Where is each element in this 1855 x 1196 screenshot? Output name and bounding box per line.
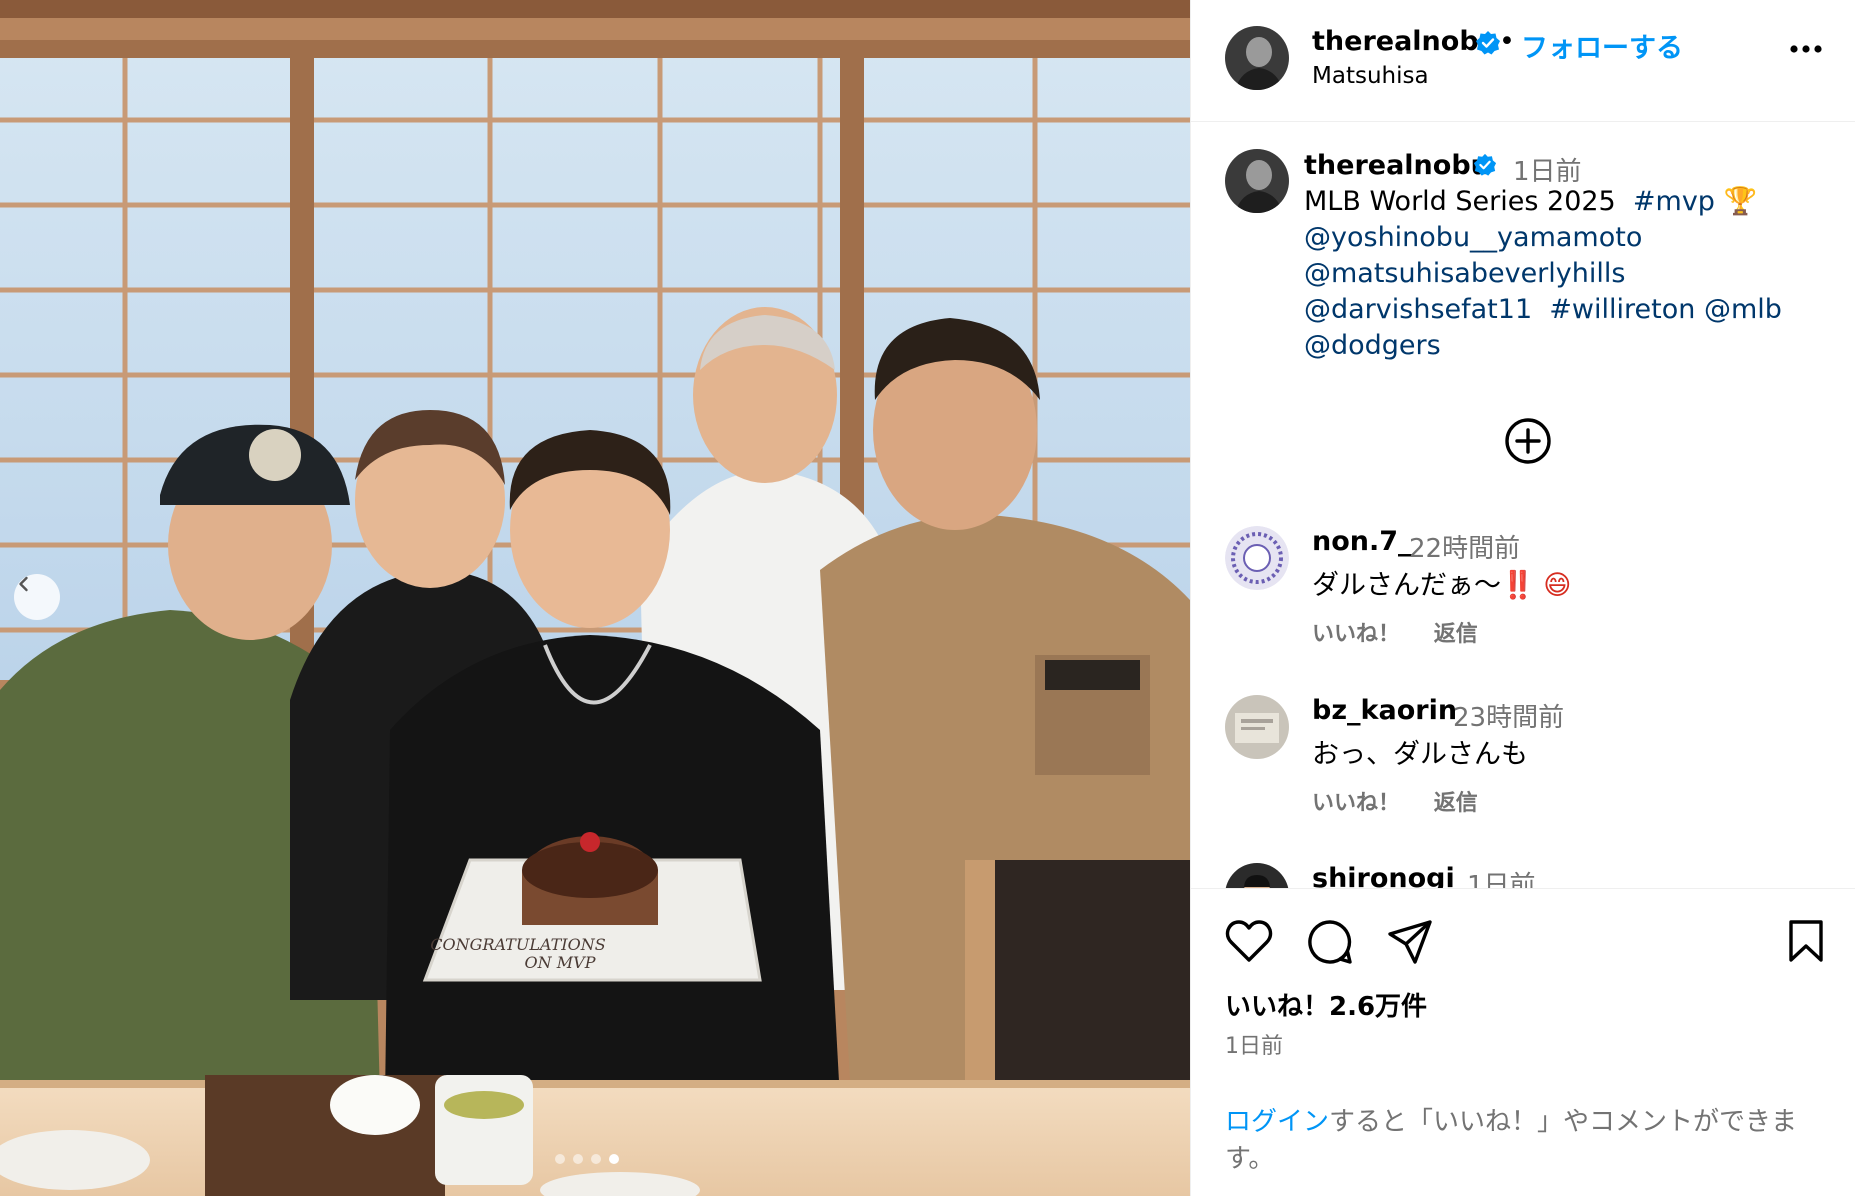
comment-item: shironogi 1日前 [1191, 863, 1855, 888]
comment-timestamp[interactable]: 1日前 [1467, 865, 1536, 888]
mention-link[interactable]: @dodgers [1304, 330, 1441, 361]
caption-avatar[interactable] [1225, 149, 1289, 213]
cake-message-line2: ON MVP [525, 953, 596, 972]
caption-plain-text: MLB World Series 2025 [1304, 186, 1616, 217]
carousel-dot [591, 1154, 601, 1164]
caption-timestamp[interactable]: 1日前 [1513, 151, 1582, 188]
heart-icon[interactable] [1225, 919, 1273, 963]
more-options-icon[interactable] [1789, 44, 1823, 54]
login-link[interactable]: ログイン [1225, 1107, 1329, 1137]
commenter-avatar[interactable] [1225, 695, 1289, 759]
mention-link[interactable]: @yoshinobu__yamamoto [1304, 222, 1642, 253]
carousel-indicator [555, 1154, 619, 1164]
comment-timestamp[interactable]: 23時間前 [1453, 697, 1564, 734]
mention-link[interactable]: @darvishsefat11 [1304, 294, 1532, 325]
post-actions-bar: いいね！2.6万件 1日前 ログインすると「いいね！」やコメントができます。 [1191, 888, 1855, 1196]
commenter-avatar[interactable] [1225, 863, 1289, 888]
author-avatar[interactable] [1225, 26, 1289, 90]
hashtag-link[interactable]: #mvp [1633, 186, 1715, 217]
comment-body: ダルさんだぁ〜 [1312, 570, 1501, 601]
share-icon[interactable] [1387, 919, 1433, 965]
post-photo[interactable]: CONGRATULATIONS ON MVP [0, 0, 1190, 1196]
comment-like-button[interactable]: いいね！ [1312, 622, 1400, 647]
commenter-avatar[interactable] [1225, 526, 1289, 590]
post-date[interactable]: 1日前 [1225, 1028, 1283, 1060]
comment-text: おっ、ダルさんも [1312, 739, 1528, 770]
comment-username[interactable]: shironogi [1312, 863, 1455, 888]
comment-username[interactable]: bz_kaorin [1312, 695, 1457, 726]
carousel-dot [573, 1154, 583, 1164]
photo-illustration: CONGRATULATIONS ON MVP [0, 0, 1190, 1196]
chevron-left-icon [19, 576, 28, 592]
comment-item: bz_kaorin 23時間前 おっ、ダルさんも いいね！ 返信 [1191, 695, 1855, 845]
caption-username[interactable]: therealnobu [1304, 150, 1490, 181]
post-location[interactable]: Matsuhisa [1312, 63, 1429, 89]
comment-actions: いいね！ 返信 [1312, 785, 1504, 817]
comment-like-button[interactable]: いいね！ [1312, 791, 1400, 816]
mention-link[interactable]: @matsuhisabeverlyhills [1304, 258, 1625, 289]
comment-item: non.7_ 22時間前 ダルさんだぁ〜‼️ 😄 いいね！ 返信 [1191, 526, 1855, 676]
carousel-dot-active [609, 1154, 619, 1164]
comment-timestamp[interactable]: 22時間前 [1409, 528, 1520, 565]
author-username[interactable]: therealnobu [1312, 26, 1498, 57]
header-separator: • [1499, 26, 1515, 57]
verified-badge-icon [1476, 31, 1500, 55]
add-circle-icon[interactable] [1503, 416, 1553, 466]
comment-actions: いいね！ 返信 [1312, 616, 1504, 648]
follow-button[interactable]: フォローする [1521, 26, 1683, 65]
comment-icon[interactable] [1307, 919, 1353, 965]
login-prompt: ログインすると「いいね！」やコメントができます。 [1225, 1104, 1825, 1178]
hashtag-link[interactable]: #willireton [1549, 294, 1695, 325]
verified-badge-icon [1473, 153, 1497, 176]
comment-emoji: ‼️ 😄 [1501, 570, 1572, 601]
comment-text: ダルさんだぁ〜‼️ 😄 [1312, 563, 1571, 602]
mention-link[interactable]: @mlb [1704, 294, 1782, 325]
bookmark-icon[interactable] [1787, 919, 1825, 963]
comment-username[interactable]: non.7_ [1312, 526, 1412, 557]
comment-reply-button[interactable]: 返信 [1434, 791, 1478, 816]
post-side-panel: therealnobu • フォローする Matsuhisa therealno… [1190, 0, 1855, 1196]
comments-section[interactable]: therealnobu 1日前 MLB World Series 2025 #m… [1191, 123, 1855, 888]
trophy-emoji: 🏆 [1723, 186, 1758, 217]
cake-message-line1: CONGRATULATIONS [430, 935, 605, 954]
comment-reply-button[interactable]: 返信 [1434, 622, 1478, 647]
caption-text: MLB World Series 2025 #mvp 🏆 @yoshinobu_… [1304, 184, 1824, 364]
carousel-prev-button[interactable] [14, 574, 60, 620]
post-header: therealnobu • フォローする Matsuhisa [1191, 0, 1855, 122]
like-count[interactable]: いいね！2.6万件 [1225, 986, 1427, 1023]
carousel-dot [555, 1154, 565, 1164]
